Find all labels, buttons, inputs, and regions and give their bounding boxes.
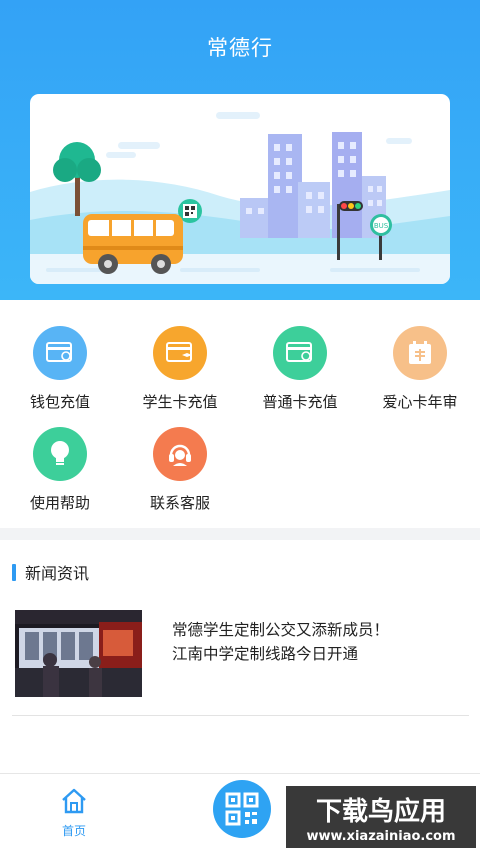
service-wallet-recharge[interactable]: 钱包充值 — [0, 326, 120, 412]
banner[interactable]: BUS — [30, 94, 450, 284]
banner-illustration: BUS — [30, 112, 450, 284]
news-section-title: 新闻资讯 — [25, 564, 90, 583]
scan-qr-button[interactable] — [213, 780, 271, 838]
watermark-url: www.xiazainiao.com — [306, 829, 455, 844]
service-love-card-review[interactable]: 爱心卡年审 — [360, 326, 480, 412]
qr-code-icon — [225, 792, 259, 826]
student-card-icon — [153, 326, 207, 380]
news-divider — [12, 715, 469, 716]
news-thumbnail — [15, 610, 142, 697]
service-normal-card-recharge[interactable]: 普通卡充值 — [240, 326, 360, 412]
service-student-card-recharge[interactable]: 学生卡充值 — [120, 326, 240, 412]
section-divider — [0, 528, 480, 540]
service-label: 使用帮助 — [29, 494, 90, 512]
service-label: 学生卡充值 — [142, 393, 218, 411]
tab-home-label: 首页 — [61, 824, 86, 838]
service-label: 钱包充值 — [29, 393, 90, 411]
headset-icon — [153, 427, 207, 481]
service-label: 爱心卡年审 — [382, 393, 458, 411]
service-label: 联系客服 — [149, 494, 210, 512]
home-icon — [62, 788, 86, 814]
news-item[interactable]: 常德学生定制公交又添新成员！ 江南中学定制线路今日开通 — [15, 610, 470, 698]
news-headline: 常德学生定制公交又添新成员！ 江南中学定制线路今日开通 — [172, 618, 389, 666]
service-label: 普通卡充值 — [262, 393, 338, 411]
news-headline-line2: 江南中学定制线路今日开通 — [172, 645, 359, 663]
header: 常德行 BUS — [0, 0, 480, 300]
news-headline-line1: 常德学生定制公交又添新成员！ — [172, 621, 390, 639]
news-accent-bar — [12, 563, 16, 581]
app-title: 常德行 — [207, 36, 273, 60]
calendar-review-icon — [393, 326, 447, 380]
bus-stop-sign-text: BUS — [374, 222, 389, 230]
news-section-header: 新闻资讯 — [12, 561, 89, 583]
service-help[interactable]: 使用帮助 — [0, 427, 120, 513]
download-site-watermark: 下载鸟应用 www.xiazainiao.com — [286, 786, 476, 848]
lightbulb-icon — [33, 427, 87, 481]
watermark-title: 下载鸟应用 — [316, 796, 446, 827]
tab-home[interactable]: 首页 — [44, 786, 104, 839]
normal-card-icon — [273, 326, 327, 380]
service-contact-support[interactable]: 联系客服 — [120, 427, 240, 513]
wallet-card-icon — [33, 326, 87, 380]
